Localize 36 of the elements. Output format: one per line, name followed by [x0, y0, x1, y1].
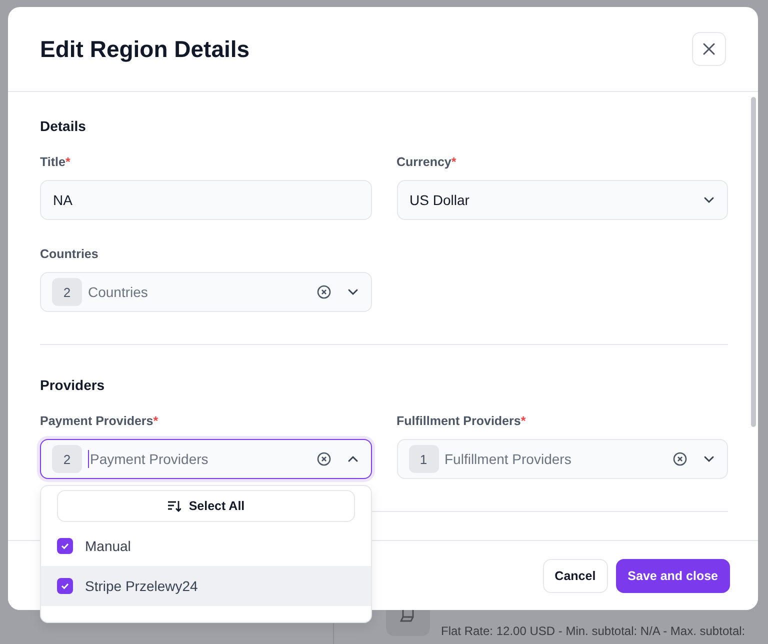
multi-select-field[interactable]: 2 Countries — [40, 272, 372, 312]
checkbox[interactable] — [57, 538, 73, 554]
check-icon — [60, 541, 70, 551]
save-button[interactable]: Save and close — [616, 558, 730, 592]
chevron-icon[interactable] — [703, 196, 715, 204]
scrollbar[interactable] — [751, 97, 756, 427]
count-badge: 2 — [52, 445, 82, 473]
field-label: Title* — [40, 154, 72, 171]
field-label: Countries — [40, 246, 100, 263]
select-all-button[interactable]: Select All — [57, 490, 354, 522]
checkbox[interactable] — [57, 578, 73, 594]
section-heading: Providers — [40, 376, 106, 395]
dialog-title: Edit Region Details — [40, 36, 250, 62]
clear-icon[interactable] — [673, 452, 687, 466]
field-label: Fulfillment Providers* — [396, 413, 527, 430]
chevron-icon[interactable] — [703, 455, 715, 463]
shipping-detail: Flat Rate: 12.00 USD - Min. subtotal: N/A - Max. subtotal: — [441, 624, 746, 638]
dropdown-option[interactable]: Manual — [41, 526, 370, 566]
chevron-icon[interactable] — [346, 455, 358, 463]
count-badge: 2 — [52, 278, 82, 306]
check-icon — [60, 581, 70, 591]
count-badge: 1 — [408, 445, 438, 473]
field-label: Currency* — [396, 154, 458, 171]
multi-select-field[interactable]: 1 Fulfillment Providers — [396, 439, 728, 479]
dropdown-option[interactable]: Stripe Przelewy24 — [41, 566, 370, 606]
chevron-icon[interactable] — [346, 288, 358, 296]
section-heading: Details — [40, 117, 87, 136]
close-button[interactable] — [692, 32, 726, 66]
sort-icon — [166, 499, 181, 513]
field-label: Payment Providers* — [40, 413, 160, 430]
clear-icon[interactable] — [316, 285, 330, 299]
select-field[interactable]: US Dollar — [396, 180, 728, 220]
close-icon — [702, 42, 716, 56]
clear-icon[interactable] — [316, 452, 330, 466]
text-field[interactable]: NA — [40, 180, 372, 220]
cancel-button[interactable]: Cancel — [542, 558, 608, 592]
